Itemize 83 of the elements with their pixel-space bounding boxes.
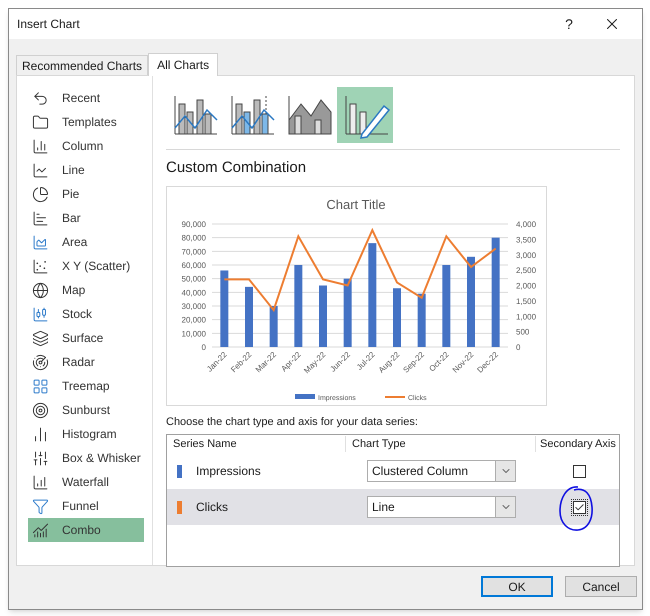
sidebar-item[interactable]: Pie	[28, 182, 144, 206]
column-header: Chart Type	[352, 438, 406, 450]
tab[interactable]: Recommended Charts	[16, 55, 148, 75]
chart-bar	[418, 293, 426, 346]
axis-tick-label: 40,000	[182, 288, 206, 297]
chart-bar	[245, 286, 253, 346]
cancel-button[interactable]: Cancel	[565, 576, 637, 597]
sidebar-item[interactable]: Sunburst	[28, 398, 144, 422]
pie-chart-icon	[32, 186, 49, 202]
sidebar-item[interactable]: Funnel	[28, 494, 144, 518]
axis-tick-label: 500	[516, 327, 530, 336]
radar-chart-icon	[32, 354, 49, 370]
checkbox[interactable]	[572, 500, 586, 514]
line-chart-icon	[32, 162, 49, 178]
help-button[interactable]: ?	[554, 12, 584, 36]
sidebar-item[interactable]: Templates	[28, 110, 144, 134]
chart-bar	[393, 288, 401, 346]
axis-tick-label: 90,000	[182, 220, 206, 228]
checkbox[interactable]	[572, 464, 586, 478]
ok-button[interactable]: OK	[481, 576, 553, 597]
chart-type-dropdown[interactable]: Clustered Column	[367, 460, 516, 482]
sidebar-item[interactable]: Waterfall	[28, 470, 144, 494]
treemap-icon	[32, 378, 49, 394]
funnel-icon	[32, 498, 49, 514]
sidebar-item[interactable]: Map	[28, 278, 144, 302]
axis-tick-label: 3,500	[516, 234, 536, 244]
chart-bar	[319, 285, 327, 346]
series-name: Impressions	[196, 463, 261, 480]
sidebar-item[interactable]: Box & Whisker	[28, 446, 144, 470]
waterfall-chart-icon	[32, 474, 49, 490]
sidebar-item[interactable]: Surface	[28, 326, 144, 350]
series-row[interactable]: Impressions Clustered Column	[167, 453, 619, 489]
axis-tick-label: 10,000	[182, 328, 206, 338]
histogram-icon	[32, 426, 49, 442]
sidebar-item[interactable]: Line	[28, 158, 144, 182]
bar-chart-icon	[32, 210, 49, 226]
axis-tick-label: 1,000	[516, 312, 536, 321]
sidebar-item[interactable]: Recent	[28, 86, 144, 110]
undo-arrow-icon	[32, 90, 49, 106]
sidebar-item[interactable]: X Y (Scatter)	[28, 254, 144, 278]
axis-tick-label: 0	[516, 342, 520, 352]
tab[interactable]: All Charts	[148, 53, 218, 76]
axis-tick-label: 0	[202, 342, 206, 352]
combo-chart-icon	[32, 522, 49, 538]
scatter-chart-icon	[32, 258, 49, 274]
sidebar-item[interactable]: Bar	[28, 206, 144, 230]
instruction-text: Choose the chart type and axis for your data series:	[166, 414, 419, 430]
sidebar-item[interactable]: Stock	[28, 302, 144, 326]
check-icon	[574, 502, 584, 512]
axis-tick-label: 50,000	[182, 274, 206, 284]
window-title: Insert Chart	[17, 16, 80, 33]
section-heading: Custom Combination	[166, 158, 308, 178]
axis-tick-label: 60,000	[182, 260, 206, 270]
series-row[interactable]: Clicks Line	[167, 489, 619, 525]
series-name: Clicks	[196, 499, 228, 516]
chart-bar	[270, 306, 278, 346]
sidebar-item[interactable]: Treemap	[28, 374, 144, 398]
folder-icon	[32, 114, 49, 130]
axis-tick-label: 30,000	[182, 302, 206, 310]
axis-tick-label: 2,000	[516, 281, 536, 290]
sidebar-item[interactable]: Combo	[28, 518, 144, 542]
axis-tick-label: 4,000	[516, 220, 536, 228]
axis-tick-label: 80,000	[182, 233, 206, 242]
sidebar-item[interactable]: Area	[28, 230, 144, 254]
sidebar-item[interactable]: Radar	[28, 350, 144, 374]
axis-tick-label: 70,000	[182, 246, 206, 256]
chart-title: Chart Title	[326, 196, 386, 212]
sidebar-item[interactable]: Column	[28, 134, 144, 158]
chart-bar	[344, 278, 352, 346]
legend-swatch	[295, 394, 315, 398]
chart-subtype-option[interactable]	[337, 87, 393, 143]
column-header: Secondary Axis	[540, 438, 616, 450]
axis-tick-label: 20,000	[182, 315, 206, 324]
chart-type-dropdown[interactable]: Line	[367, 496, 516, 518]
column-header: Series Name	[173, 438, 237, 450]
column-chart-icon	[32, 138, 49, 154]
sidebar-item[interactable]: Histogram	[28, 422, 144, 446]
axis-tick-label: 2,500	[516, 266, 536, 275]
stock-chart-icon	[32, 306, 49, 322]
globe-icon	[32, 282, 49, 298]
axis-tick-label: 1,500	[516, 296, 536, 306]
area-chart-icon	[32, 234, 49, 250]
axis-tick-label: 3,000	[516, 250, 536, 260]
